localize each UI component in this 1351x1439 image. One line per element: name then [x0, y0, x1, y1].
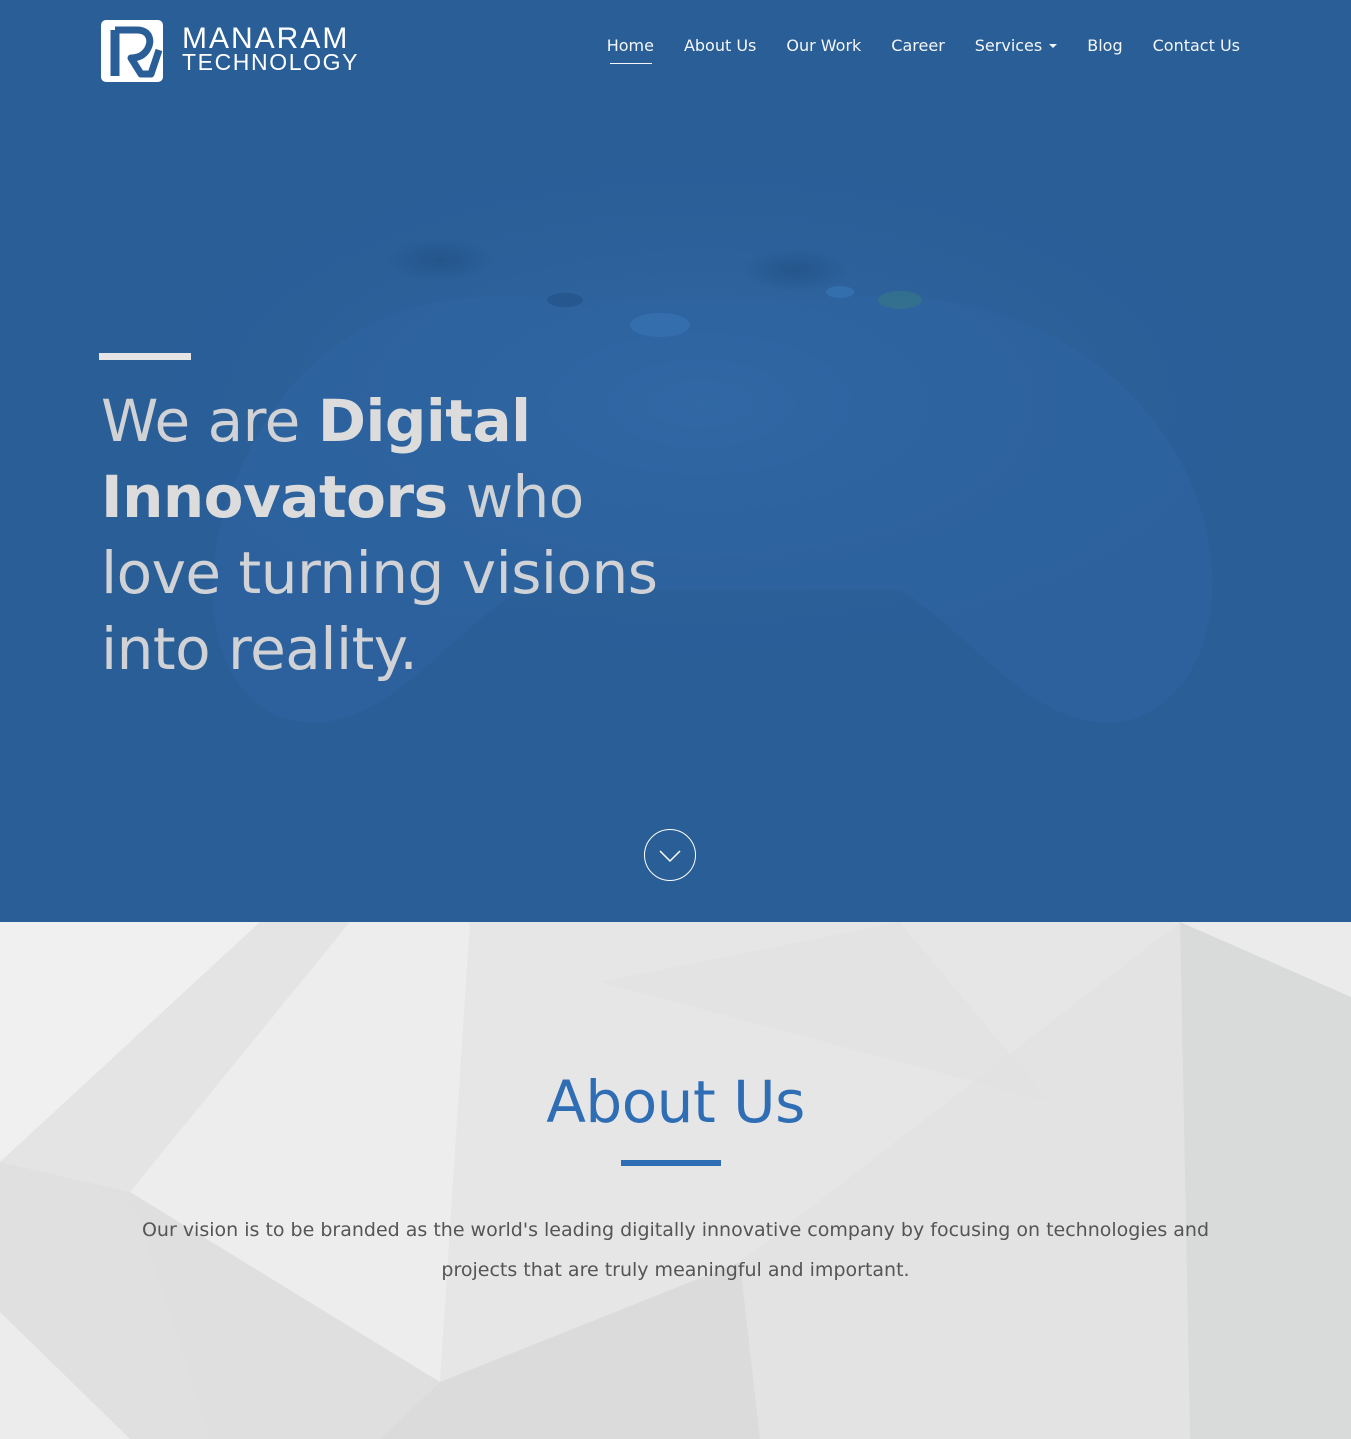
nav-item-career[interactable]: Career: [891, 34, 944, 58]
chevron-down-icon: [659, 850, 681, 863]
hero-divider: [99, 353, 191, 360]
nav-item-our-work[interactable]: Our Work: [786, 34, 861, 58]
nav-item-blog[interactable]: Blog: [1087, 34, 1122, 58]
logo-wordmark: MANARAM TECHNOLOGY: [182, 24, 359, 74]
nav-item-contact-us[interactable]: Contact Us: [1153, 34, 1240, 58]
main-nav: Home About Us Our Work Career Services B…: [577, 34, 1240, 64]
about-section: About Us Our vision is to be branded as …: [0, 922, 1351, 1439]
caret-down-icon: [1049, 43, 1058, 48]
hero-heading: We are Digital Innovators who love turni…: [101, 383, 661, 687]
nav-item-about-us[interactable]: About Us: [684, 34, 756, 58]
about-description: Our vision is to be branded as the world…: [141, 1219, 1210, 1281]
hero-heading-part1: We are: [101, 387, 318, 455]
logo-line2: TECHNOLOGY: [182, 49, 360, 75]
hero-section: MANARAM TECHNOLOGY Home About Us Our Wor…: [0, 0, 1351, 922]
nav-item-services-label: Services: [974, 36, 1043, 55]
logo[interactable]: MANARAM TECHNOLOGY: [101, 20, 371, 82]
logo-mark-icon: [101, 20, 163, 82]
about-background-pattern: [0, 922, 1351, 1439]
about-title: About Us: [546, 1068, 805, 1136]
about-divider: [621, 1160, 721, 1166]
scroll-down-button[interactable]: [644, 829, 696, 881]
nav-item-services[interactable]: Services: [974, 34, 1058, 58]
nav-item-home[interactable]: Home: [607, 34, 654, 64]
